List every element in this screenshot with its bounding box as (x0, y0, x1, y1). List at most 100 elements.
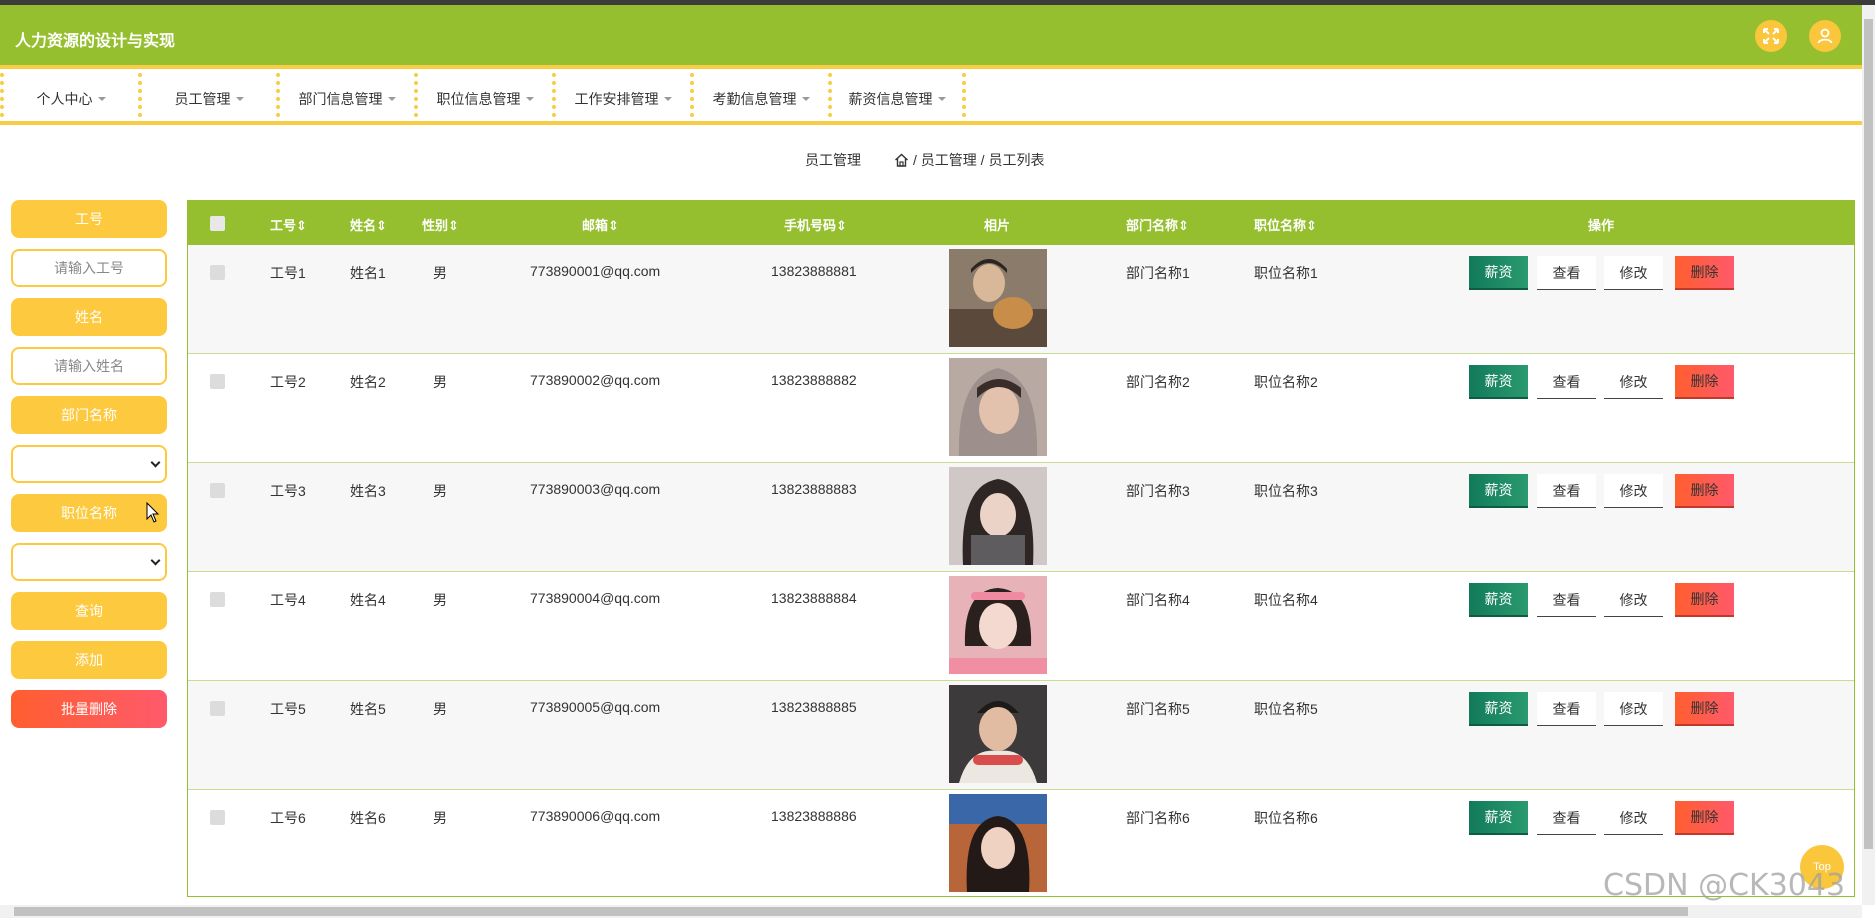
nav-label: 考勤信息管理 (712, 91, 797, 107)
delete-button[interactable]: 删除 (1675, 365, 1734, 399)
edit-button[interactable]: 修改 (1604, 692, 1663, 726)
delete-button[interactable]: 删除 (1675, 801, 1734, 835)
edit-button[interactable]: 修改 (1604, 801, 1663, 835)
cell-position: 职位名称5 (1254, 701, 1318, 717)
th-phone[interactable]: 手机号码⇕ (784, 215, 847, 234)
th-emp-no[interactable]: 工号⇕ (270, 215, 307, 234)
nav-label: 工作安排管理 (574, 91, 659, 107)
emp-no-input[interactable]: 请输入工号 (11, 249, 167, 287)
edit-button[interactable]: 修改 (1604, 474, 1663, 508)
th-label: 部门名称 (1126, 218, 1179, 233)
table-row: 工号2 姓名2 男 773890002@qq.com 13823888882 部… (188, 354, 1854, 463)
delete-button[interactable]: 删除 (1675, 583, 1734, 617)
th-label: 姓名 (350, 218, 377, 233)
dept-select[interactable] (11, 445, 167, 483)
caret-down-icon (801, 97, 810, 101)
th-name[interactable]: 姓名⇕ (350, 215, 387, 234)
cell-name: 姓名3 (350, 483, 386, 499)
th-dept[interactable]: 部门名称⇕ (1126, 215, 1189, 234)
edit-button[interactable]: 修改 (1604, 583, 1663, 617)
salary-button[interactable]: 薪资 (1469, 365, 1528, 399)
edit-button[interactable]: 修改 (1604, 365, 1663, 399)
nav-item-salary[interactable]: 薪资信息管理 (828, 73, 966, 125)
chevron-down-icon (150, 457, 161, 467)
cell-emp-no: 工号5 (270, 701, 306, 717)
salary-button[interactable]: 薪资 (1469, 692, 1528, 726)
nav-label: 薪资信息管理 (848, 91, 933, 107)
row-checkbox[interactable] (210, 701, 225, 716)
cell-email: 773890003@qq.com (530, 481, 661, 497)
fullscreen-button[interactable] (1755, 20, 1787, 52)
scrollbar-thumb[interactable] (14, 907, 1688, 916)
caret-down-icon (663, 97, 672, 101)
view-button[interactable]: 查看 (1537, 365, 1596, 399)
position-label: 职位名称 (11, 494, 167, 532)
table-row: 工号1 姓名1 男 773890001@qq.com 13823888881 部… (188, 245, 1854, 354)
cell-position: 职位名称4 (1254, 592, 1318, 608)
salary-button[interactable]: 薪资 (1469, 801, 1528, 835)
cell-phone: 13823888881 (771, 263, 857, 279)
salary-button[interactable]: 薪资 (1469, 256, 1528, 290)
caret-down-icon (387, 97, 396, 101)
horizontal-scrollbar[interactable] (0, 905, 1862, 918)
row-checkbox[interactable] (210, 265, 225, 280)
cell-dept: 部门名称2 (1126, 374, 1190, 390)
page-title: 员工管理 (805, 152, 861, 168)
breadcrumb: / 员工管理 / 员工列表 (894, 150, 1044, 170)
delete-button[interactable]: 删除 (1675, 256, 1734, 290)
nav-label: 个人中心 (36, 91, 93, 107)
batch-delete-button[interactable]: 批量删除 (11, 690, 167, 728)
row-checkbox[interactable] (210, 483, 225, 498)
nav-item-employee-management[interactable]: 员工管理 (138, 73, 276, 125)
view-button[interactable]: 查看 (1537, 474, 1596, 508)
name-input[interactable]: 请输入姓名 (11, 347, 167, 385)
cell-phone: 13823888884 (771, 590, 857, 606)
user-button[interactable] (1809, 20, 1841, 52)
cell-emp-no: 工号2 (270, 374, 306, 390)
employee-photo (949, 576, 1047, 674)
edit-button[interactable]: 修改 (1604, 256, 1663, 290)
salary-button[interactable]: 薪资 (1469, 474, 1528, 508)
select-all-checkbox[interactable] (210, 216, 225, 231)
th-position[interactable]: 职位名称⇕ (1254, 215, 1317, 234)
view-button[interactable]: 查看 (1537, 256, 1596, 290)
cell-position: 职位名称1 (1254, 265, 1318, 281)
cell-name: 姓名5 (350, 701, 386, 717)
view-button[interactable]: 查看 (1537, 583, 1596, 617)
employee-table: 工号⇕ 姓名⇕ 性别⇕ 邮箱⇕ 手机号码⇕ 相片 部门名称⇕ 职位名称⇕ 操作 … (187, 200, 1855, 897)
row-checkbox[interactable] (210, 810, 225, 825)
home-icon[interactable] (894, 153, 909, 167)
position-select[interactable] (11, 543, 167, 581)
nav-item-department-management[interactable]: 部门信息管理 (276, 73, 414, 125)
sort-icon: ⇕ (836, 218, 847, 233)
cell-emp-no: 工号1 (270, 265, 306, 281)
cell-phone: 13823888886 (771, 808, 857, 824)
sort-icon: ⇕ (1306, 218, 1317, 233)
main-nav: 个人中心 员工管理 部门信息管理 职位信息管理 工作安排管理 考勤信息管理 薪资… (0, 73, 1862, 125)
th-gender[interactable]: 性别⇕ (422, 215, 459, 234)
vertical-scrollbar[interactable] (1862, 5, 1875, 905)
th-email[interactable]: 邮箱⇕ (582, 215, 619, 234)
view-button[interactable]: 查看 (1537, 692, 1596, 726)
table-header: 工号⇕ 姓名⇕ 性别⇕ 邮箱⇕ 手机号码⇕ 相片 部门名称⇕ 职位名称⇕ 操作 (188, 201, 1854, 245)
chevron-down-icon (150, 555, 161, 565)
cell-dept: 部门名称4 (1126, 592, 1190, 608)
row-checkbox[interactable] (210, 592, 225, 607)
scrollbar-thumb[interactable] (1864, 19, 1873, 849)
cell-email: 773890002@qq.com (530, 372, 661, 388)
salary-button[interactable]: 薪资 (1469, 583, 1528, 617)
nav-item-work-schedule[interactable]: 工作安排管理 (552, 73, 690, 125)
nav-item-position-management[interactable]: 职位信息管理 (414, 73, 552, 125)
caret-down-icon (97, 97, 106, 101)
expand-icon (1763, 28, 1779, 44)
sort-icon: ⇕ (448, 218, 459, 233)
view-button[interactable]: 查看 (1537, 801, 1596, 835)
delete-button[interactable]: 删除 (1675, 692, 1734, 726)
nav-item-attendance[interactable]: 考勤信息管理 (690, 73, 828, 125)
nav-item-personal-center[interactable]: 个人中心 (0, 73, 138, 125)
delete-button[interactable]: 删除 (1675, 474, 1734, 508)
row-checkbox[interactable] (210, 374, 225, 389)
add-button[interactable]: 添加 (11, 641, 167, 679)
query-button[interactable]: 查询 (11, 592, 167, 630)
nav-label: 职位信息管理 (436, 91, 521, 107)
